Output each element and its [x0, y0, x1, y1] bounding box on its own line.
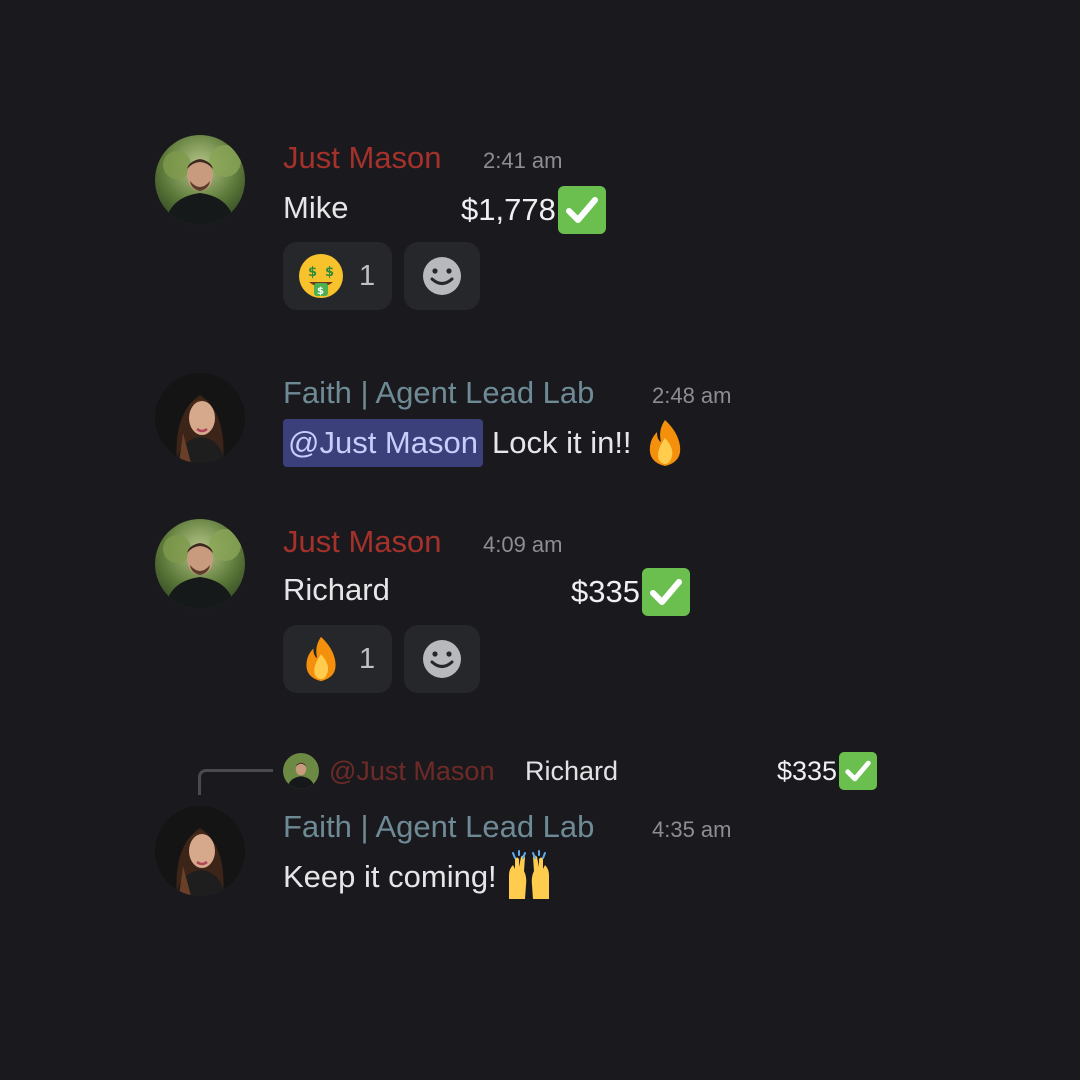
svg-text:$: $: [317, 286, 324, 297]
amount-value: $335: [571, 574, 640, 609]
message-name: Mike: [283, 190, 349, 225]
reply-preview-amount[interactable]: $335: [777, 752, 878, 790]
raising-hands-icon: [508, 850, 549, 899]
message-amount: $1,778: [461, 186, 606, 234]
fire-icon: [649, 420, 680, 466]
reaction-money-mouth[interactable]: $ $ $ 1: [283, 242, 392, 310]
username[interactable]: Just Mason: [283, 524, 442, 560]
reaction-count: 1: [359, 642, 376, 675]
svg-text:$: $: [308, 265, 317, 280]
avatar-just-mason[interactable]: [155, 135, 245, 225]
message-text: Keep it coming!: [283, 859, 497, 894]
check-mark-icon: [557, 186, 606, 234]
avatar-faith[interactable]: [155, 373, 245, 463]
timestamp: 4:09 am: [483, 532, 563, 557]
avatar-just-mason[interactable]: [155, 519, 245, 609]
money-mouth-face-icon: $ $ $: [299, 254, 343, 298]
message-body: @Just Mason Lock it in!!: [283, 418, 690, 468]
fire-icon: [306, 636, 336, 682]
username[interactable]: Faith | Agent Lead Lab: [283, 809, 594, 845]
check-mark-icon: [641, 568, 690, 616]
timestamp: 4:35 am: [652, 817, 732, 842]
message-text: Lock it in!!: [491, 425, 632, 460]
reaction-fire[interactable]: 1: [283, 625, 392, 693]
user-mention[interactable]: @Just Mason: [283, 419, 483, 467]
smiley-icon: [423, 640, 461, 678]
reply-avatar: [283, 753, 319, 789]
message-amount: $335: [571, 568, 690, 616]
chat-view: Just Mason 2:41 am Mike $1,778 $ $ $ 1 F…: [0, 0, 1080, 1080]
message-name: Richard: [283, 572, 390, 607]
check-mark-icon: [839, 752, 878, 790]
reply-connector: [198, 769, 273, 795]
message-body: Keep it coming!: [283, 850, 555, 901]
reaction-count: 1: [359, 259, 376, 292]
timestamp: 2:41 am: [483, 148, 563, 173]
add-reaction-button[interactable]: [404, 625, 480, 693]
amount-value: $1,778: [461, 192, 556, 227]
username[interactable]: Just Mason: [283, 140, 442, 176]
username[interactable]: Faith | Agent Lead Lab: [283, 375, 594, 411]
reply-amount-value: $335: [777, 756, 838, 786]
smiley-icon: [423, 257, 461, 295]
add-reaction-button[interactable]: [404, 242, 480, 310]
reply-mention[interactable]: @Just Mason: [329, 756, 494, 786]
avatar-faith[interactable]: [155, 806, 245, 896]
timestamp: 2:48 am: [652, 383, 732, 408]
reply-preview-name[interactable]: Richard: [525, 756, 618, 786]
svg-text:$: $: [325, 265, 334, 280]
